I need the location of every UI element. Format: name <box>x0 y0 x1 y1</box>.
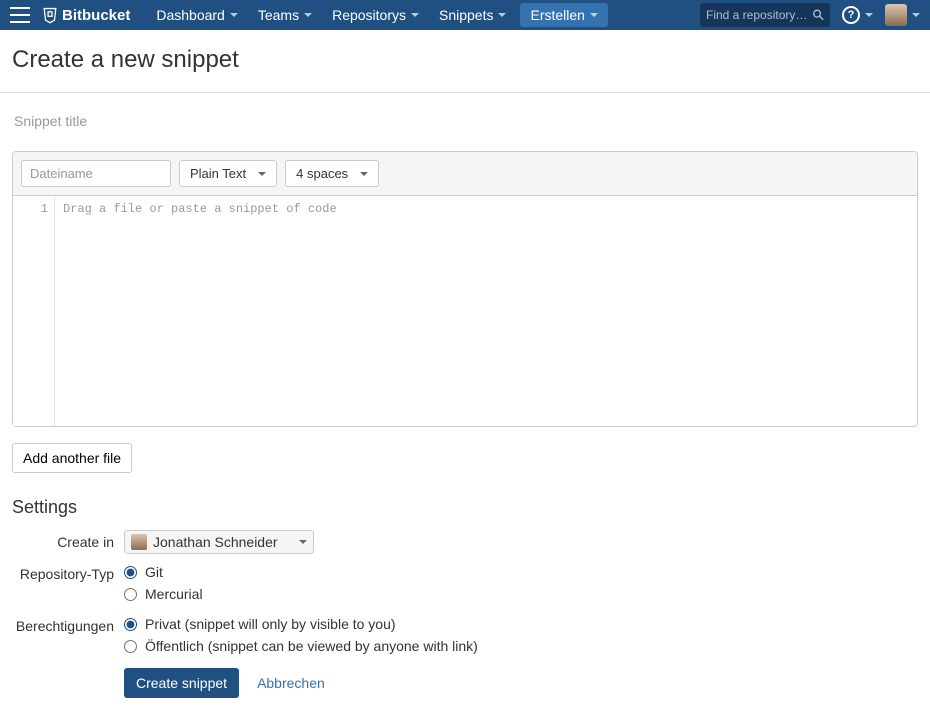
perm-public-label: Öffentlich (snippet can be viewed by any… <box>145 638 478 654</box>
add-file-button[interactable]: Add another file <box>12 443 132 473</box>
help-icon: ? <box>842 6 860 24</box>
help-menu[interactable]: ? <box>842 6 873 24</box>
top-bar: Bitbucket Dashboard Teams Repositorys Sn… <box>0 0 930 30</box>
editor-body: 1 Drag a file or paste a snippet of code <box>13 196 917 426</box>
create-in-value: Jonathan Schneider <box>153 534 278 550</box>
syntax-select[interactable]: Plain Text <box>179 160 277 187</box>
cancel-link[interactable]: Abbrechen <box>257 675 325 691</box>
create-snippet-button[interactable]: Create snippet <box>124 668 239 698</box>
chevron-down-icon <box>258 172 266 176</box>
hamburger-menu-icon[interactable] <box>10 7 30 23</box>
chevron-down-icon <box>590 13 598 17</box>
settings-heading: Settings <box>12 497 918 518</box>
repo-type-git-radio[interactable] <box>124 566 137 579</box>
chevron-down-icon <box>411 13 419 17</box>
nav-teams[interactable]: Teams <box>248 0 322 30</box>
code-placeholder: Drag a file or paste a snippet of code <box>63 202 337 216</box>
line-gutter: 1 <box>13 196 55 426</box>
create-in-select[interactable]: Jonathan Schneider <box>124 530 314 554</box>
repo-type-mercurial-label: Mercurial <box>145 586 203 602</box>
repo-type-git-label: Git <box>145 564 163 580</box>
repo-type-mercurial[interactable]: Mercurial <box>124 584 918 602</box>
search-input[interactable] <box>706 8 813 22</box>
editor-box: Plain Text 4 spaces 1 Drag a file or pas… <box>12 151 918 427</box>
repo-type-mercurial-radio[interactable] <box>124 588 137 601</box>
avatar <box>131 534 147 550</box>
snippet-title-input[interactable] <box>12 107 918 135</box>
perm-private-label: Privat (snippet will only by visible to … <box>145 616 396 632</box>
permissions-label: Berechtigungen <box>12 614 124 634</box>
repo-type-git[interactable]: Git <box>124 562 918 580</box>
page-title: Create a new snippet <box>12 46 918 74</box>
chevron-down-icon <box>912 13 920 17</box>
perm-public[interactable]: Öffentlich (snippet can be viewed by any… <box>124 636 918 654</box>
create-button[interactable]: Erstellen <box>520 3 607 27</box>
brand-text: Bitbucket <box>62 7 130 24</box>
chevron-down-icon <box>498 13 506 17</box>
page-header: Create a new snippet <box>0 30 930 93</box>
nav-snippets[interactable]: Snippets <box>429 0 516 30</box>
perm-public-radio[interactable] <box>124 640 137 653</box>
perm-private-radio[interactable] <box>124 618 137 631</box>
user-menu[interactable] <box>885 4 920 26</box>
chevron-down-icon <box>360 172 368 176</box>
content: Plain Text 4 spaces 1 Drag a file or pas… <box>0 93 930 720</box>
nav-repositories[interactable]: Repositorys <box>322 0 429 30</box>
create-in-label: Create in <box>12 530 124 550</box>
filename-input[interactable] <box>21 160 171 187</box>
search-box[interactable] <box>700 3 830 27</box>
chevron-down-icon <box>304 13 312 17</box>
code-area[interactable]: Drag a file or paste a snippet of code <box>55 196 917 426</box>
main-nav: Dashboard Teams Repositorys Snippets Ers… <box>146 0 700 30</box>
avatar <box>885 4 907 26</box>
bitbucket-logo[interactable]: Bitbucket <box>42 6 130 24</box>
chevron-down-icon <box>230 13 238 17</box>
repo-type-label: Repository-Typ <box>12 562 124 582</box>
search-icon <box>813 9 824 21</box>
nav-teams-label: Teams <box>258 7 299 23</box>
nav-snippets-label: Snippets <box>439 7 493 23</box>
indent-select-label: 4 spaces <box>296 166 348 181</box>
create-button-label: Erstellen <box>530 7 584 23</box>
settings-section: Settings Create in Jonathan Schneider Re… <box>12 497 918 698</box>
bucket-icon <box>42 6 58 24</box>
syntax-select-label: Plain Text <box>190 166 246 181</box>
nav-dashboard-label: Dashboard <box>156 7 225 23</box>
line-number: 1 <box>13 202 48 216</box>
chevron-down-icon <box>865 13 873 17</box>
editor-toolbar: Plain Text 4 spaces <box>13 152 917 196</box>
indent-select[interactable]: 4 spaces <box>285 160 379 187</box>
nav-dashboard[interactable]: Dashboard <box>146 0 248 30</box>
perm-private[interactable]: Privat (snippet will only by visible to … <box>124 614 918 632</box>
nav-repositories-label: Repositorys <box>332 7 406 23</box>
chevron-down-icon <box>299 540 307 544</box>
